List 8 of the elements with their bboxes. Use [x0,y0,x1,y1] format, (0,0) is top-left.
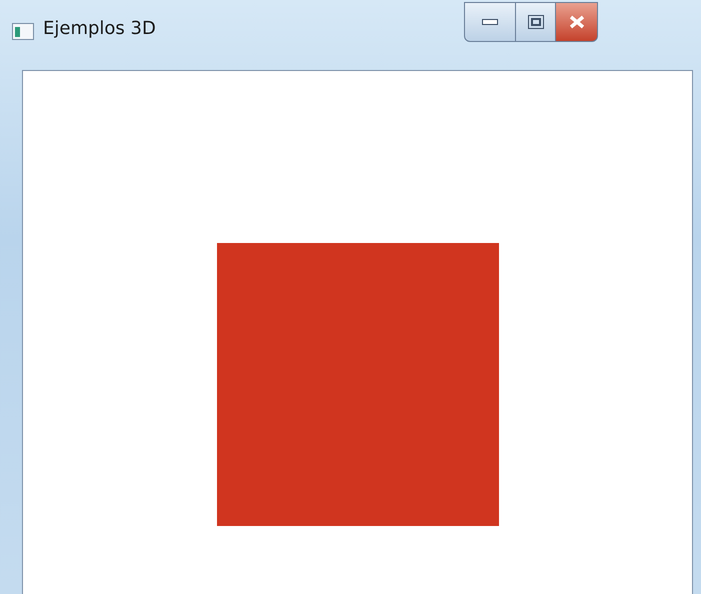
minimize-icon [482,19,498,25]
maximize-icon [528,15,544,29]
minimize-button[interactable] [464,2,516,42]
maximize-button[interactable] [516,2,556,42]
close-button[interactable] [556,2,598,42]
window-title: Ejemplos 3D [43,18,156,39]
app-icon [12,23,34,40]
close-icon [568,15,586,29]
